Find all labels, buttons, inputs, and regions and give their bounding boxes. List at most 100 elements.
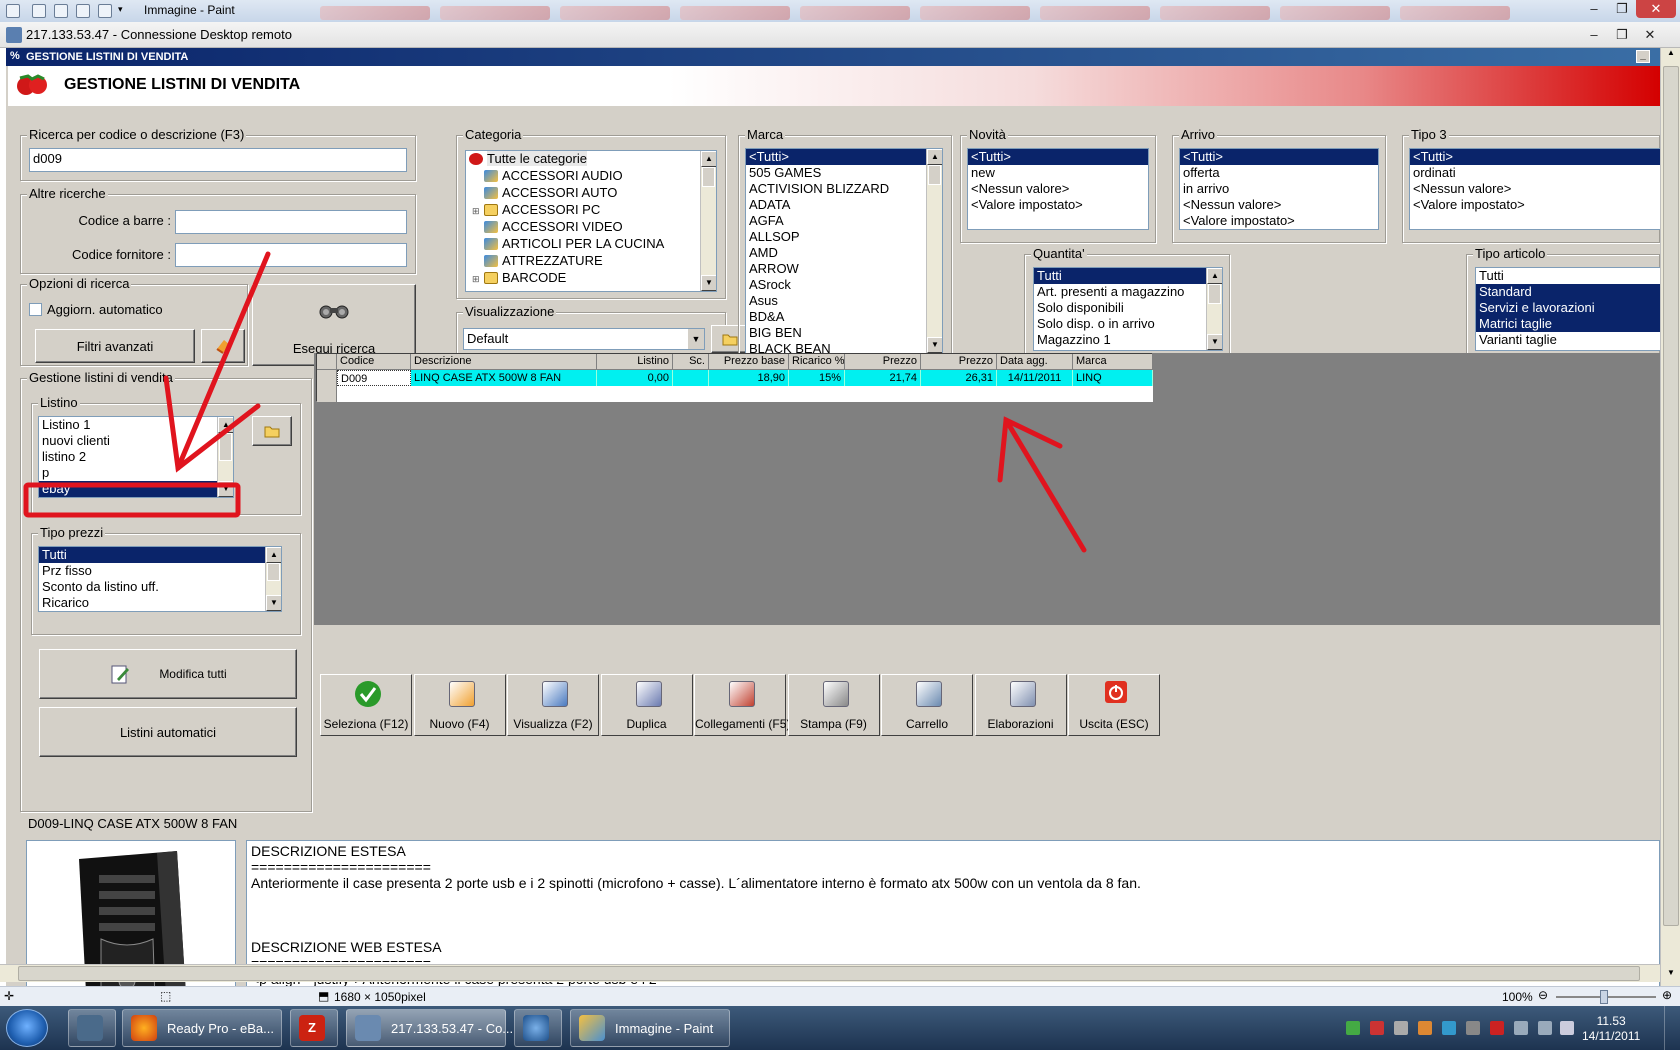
category-item[interactable]: Tutte le categorie <box>466 151 716 168</box>
taskbar-explorer-button[interactable] <box>68 1009 116 1047</box>
quantity-item[interactable]: Tutti <box>1034 268 1222 284</box>
brand-list[interactable]: <Tutti> 505 GAMES ACTIVISION BLIZZARD ADATA… <box>745 148 943 354</box>
category-item[interactable]: ⊞ ACCESSORI PC <box>466 202 716 219</box>
empty-row[interactable] <box>337 386 1153 402</box>
zoom-out-icon[interactable]: ⊖ <box>1538 988 1548 1002</box>
brand-item[interactable]: AGFA <box>746 213 942 229</box>
clear-filters-button[interactable] <box>201 329 245 363</box>
grid-cell[interactable]: D009 <box>337 370 411 386</box>
tipo3-item[interactable]: ordinati <box>1410 165 1660 181</box>
toolbar-button-duplicate[interactable]: Duplica <box>600 674 693 736</box>
brand-item[interactable]: 505 GAMES <box>746 165 942 181</box>
novita-item[interactable]: <Valore impostato> <box>968 197 1148 213</box>
tray-icon[interactable] <box>1442 1021 1456 1035</box>
volume-icon[interactable] <box>1560 1021 1574 1035</box>
grid-header-cell[interactable]: Marca <box>1073 354 1153 370</box>
listino-folder-button[interactable] <box>252 416 292 446</box>
automatic-price-lists-button[interactable]: Listini automatici <box>39 707 297 757</box>
start-button[interactable] <box>6 1009 48 1047</box>
grid-cell[interactable]: 26,31 <box>921 370 997 386</box>
zoom-in-icon[interactable]: ⊕ <box>1662 988 1672 1002</box>
category-item[interactable]: ⊞ BARCODE <box>466 270 716 287</box>
brand-item[interactable]: ADATA <box>746 197 942 213</box>
arrivo-list[interactable]: <Tutti> offerta in arrivo <Nessun valore> <V… <box>1179 148 1379 230</box>
listino-list[interactable]: Listino 1 nuovi clienti listino 2 p ebay ▲ ▼ <box>38 416 234 498</box>
brand-item[interactable]: BD&A <box>746 309 942 325</box>
grid-header-cell[interactable]: Prezzo <box>921 354 997 370</box>
brand-item[interactable]: ARROW <box>746 261 942 277</box>
listino-item[interactable]: nuovi clienti <box>39 433 233 449</box>
rdp-close-button[interactable]: ✕ <box>1636 26 1664 44</box>
brand-item[interactable]: BIG BEN <box>746 325 942 341</box>
grid-header-cell[interactable]: Codice <box>337 354 411 370</box>
taskbar-item-rdp[interactable]: 217.133.53.47 - Co... <box>346 1009 513 1047</box>
listino-item[interactable]: p <box>39 465 233 481</box>
tipo3-item[interactable]: <Tutti> <box>1410 149 1660 165</box>
undo-icon[interactable] <box>54 4 68 18</box>
article-type-item[interactable]: Servizi e lavorazioni <box>1476 300 1660 316</box>
grid-cell[interactable]: 14/11/2011 <box>997 370 1073 386</box>
category-item[interactable]: ACCESSORI AUTO <box>466 185 716 202</box>
category-item[interactable]: ATTREZZATURE <box>466 253 716 270</box>
grid-cell[interactable] <box>673 370 709 386</box>
paint-app-icon[interactable] <box>6 4 20 18</box>
price-type-item[interactable]: Ricarico <box>39 595 281 611</box>
grid-header-cell[interactable]: Prezzo base <box>709 354 789 370</box>
rdp-maximize-button[interactable]: ❐ <box>1608 26 1636 44</box>
show-desktop-button[interactable] <box>1664 1006 1680 1050</box>
arrivo-item[interactable]: offerta <box>1180 165 1378 181</box>
toolbar-button-printer[interactable]: Stampa (F9) <box>787 674 880 736</box>
paint-maximize-button[interactable]: ❐ <box>1608 0 1636 18</box>
arrivo-item[interactable]: <Tutti> <box>1180 149 1378 165</box>
toolbar-button-view[interactable]: Visualizza (F2) <box>507 674 599 736</box>
paint-close-button[interactable]: ✕ <box>1636 0 1676 18</box>
grid-cell[interactable]: 0,00 <box>597 370 673 386</box>
quantity-item[interactable]: Solo disponibili <box>1034 300 1222 316</box>
price-type-item[interactable]: Tutti <box>39 547 281 563</box>
novita-list[interactable]: <Tutti> new <Nessun valore> <Valore imposta… <box>967 148 1149 230</box>
network-icon[interactable] <box>1538 1021 1552 1035</box>
scroll-thumb[interactable] <box>1663 66 1679 926</box>
clock[interactable]: 11.53 14/11/2011 <box>1582 1014 1640 1044</box>
expand-icon[interactable]: ⊞ <box>472 203 484 219</box>
toolbar-button-links[interactable]: Collegamenti (F5) <box>694 674 790 736</box>
article-type-item[interactable]: Tutti <box>1476 268 1660 284</box>
scroll-up-arrow-icon[interactable]: ▲ <box>1663 48 1679 64</box>
tray-icon[interactable] <box>1418 1021 1432 1035</box>
new-file-icon[interactable] <box>98 4 112 18</box>
category-item[interactable]: ARTICOLI PER LA CUCINA <box>466 236 716 253</box>
article-type-list[interactable]: Tutti Standard Servizi e lavorazioni Matric… <box>1475 267 1661 351</box>
grid-header-cell[interactable]: Prezzo <box>845 354 921 370</box>
grid-header-cell[interactable]: Data agg. <box>997 354 1073 370</box>
listino-item[interactable]: ebay <box>39 481 233 497</box>
grid-header-cell[interactable]: Sc. <box>673 354 709 370</box>
arrivo-item[interactable]: in arrivo <box>1180 181 1378 197</box>
view-select[interactable]: Default ▼ <box>463 328 705 350</box>
article-type-item[interactable]: Matrici taglie <box>1476 316 1660 332</box>
tipo3-list[interactable]: <Tutti> ordinati <Nessun valore> <Valore im… <box>1409 148 1661 230</box>
app-minimize-button[interactable]: _ <box>1636 50 1650 63</box>
tray-icon[interactable] <box>1394 1021 1408 1035</box>
toolbar-button-cart[interactable]: Carrello <box>881 674 973 736</box>
grid-cell[interactable]: LINQ CASE ATX 500W 8 FAN <box>411 370 597 386</box>
price-grid[interactable]: Codice Descrizione Listino Sc. Prezzo base Ri… <box>316 353 1153 402</box>
new-row-indicator[interactable] <box>317 386 337 402</box>
toolbar-button-process[interactable]: Elaborazioni <box>974 674 1067 736</box>
grid-cell[interactable]: LINQ <box>1073 370 1153 386</box>
listino-item[interactable]: Listino 1 <box>39 417 233 433</box>
tray-icon[interactable] <box>1370 1021 1384 1035</box>
quantity-item[interactable]: Magazzino 1 <box>1034 332 1222 348</box>
arrivo-item[interactable]: <Nessun valore> <box>1180 197 1378 213</box>
price-type-item[interactable]: Prz fisso <box>39 563 281 579</box>
quantity-item[interactable]: Solo disp. o in arrivo <box>1034 316 1222 332</box>
grid-header-cell[interactable]: Listino <box>597 354 673 370</box>
grid-cell[interactable]: 18,90 <box>709 370 789 386</box>
category-tree[interactable]: Tutte le categorie ACCESSORI AUDIO ACCESSO… <box>465 150 717 292</box>
brand-item[interactable]: AMD <box>746 245 942 261</box>
zoom-slider-thumb[interactable] <box>1600 990 1608 1004</box>
toolbar-button-check[interactable]: Seleziona (F12) <box>320 674 412 736</box>
arrivo-item[interactable]: <Valore impostato> <box>1180 213 1378 229</box>
toolbar-button-new[interactable]: Nuovo (F4) <box>413 674 506 736</box>
customize-quick-access-icon[interactable]: ▾ <box>118 4 132 18</box>
brand-item[interactable]: Asus <box>746 293 942 309</box>
